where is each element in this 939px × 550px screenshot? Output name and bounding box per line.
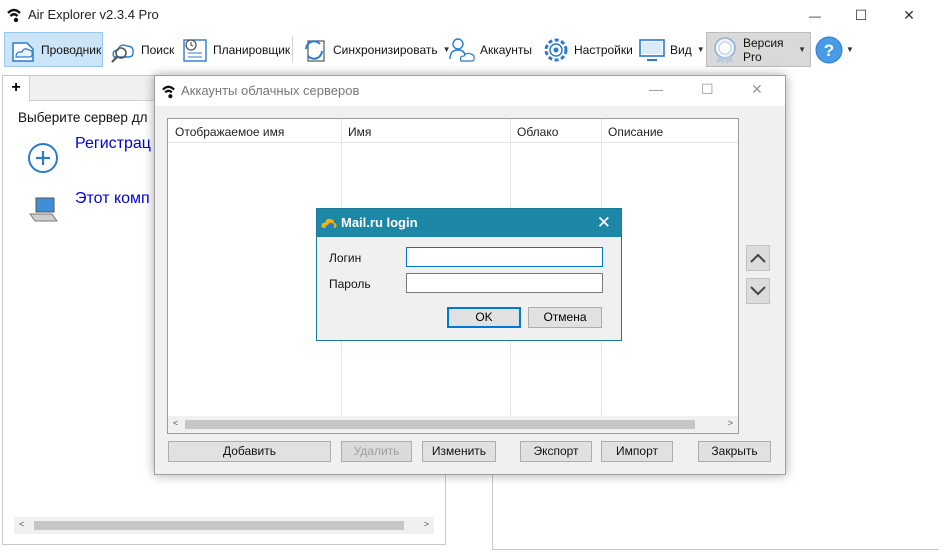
- close-button[interactable]: ✕: [886, 0, 932, 31]
- minimize-icon: —: [809, 8, 821, 23]
- title-bar: Air Explorer v2.3.4 Pro — ☐ ✕: [0, 0, 939, 31]
- this-computer-link[interactable]: Этот комп: [75, 190, 150, 208]
- add-account-button[interactable]: Добавить: [168, 441, 331, 462]
- column-header-cloud[interactable]: Облако: [517, 125, 558, 139]
- pro-version-label: Версия Pro: [743, 35, 784, 64]
- view-button[interactable]: Вид ▼: [634, 32, 705, 67]
- sync-icon: [305, 39, 325, 62]
- accounts-table-header: Отображаемое имя Имя Облако Описание: [168, 119, 738, 143]
- select-server-label: Выберите сервер дл: [18, 110, 148, 125]
- toolbar-separator: [292, 36, 293, 63]
- accounts-dialog-titlebar: Аккаунты облачных серверов — ☐ ✕: [155, 76, 785, 106]
- scheduler-label: Планировщик: [213, 42, 291, 57]
- column-header-description[interactable]: Описание: [608, 125, 663, 139]
- column-header-name[interactable]: Имя: [348, 125, 371, 139]
- maximize-button[interactable]: ☐: [838, 0, 884, 31]
- accounts-dialog-title: Аккаунты облачных серверов: [181, 83, 360, 98]
- explorer-label: Проводник: [41, 42, 102, 57]
- pro-version-button[interactable]: Версия Pro ▼: [706, 32, 811, 67]
- view-label: Вид: [670, 42, 692, 57]
- app-title: Air Explorer v2.3.4 Pro: [28, 7, 159, 22]
- air-explorer-logo-icon: [162, 85, 175, 99]
- new-tab-button[interactable]: +: [3, 76, 30, 102]
- close-icon: ✕: [903, 7, 915, 23]
- password-input[interactable]: [406, 273, 603, 293]
- chevron-down-icon: [750, 286, 766, 296]
- left-pane-hscrollbar[interactable]: < >: [14, 517, 434, 534]
- accounts-maximize-button[interactable]: ☐: [701, 81, 714, 98]
- accounts-label: Аккаунты: [480, 42, 533, 57]
- move-up-button[interactable]: [746, 245, 770, 271]
- scroll-left-icon[interactable]: <: [19, 519, 24, 529]
- mailru-login-title: Mail.ru login: [341, 215, 418, 230]
- search-label: Поиск: [141, 42, 175, 57]
- minimize-button[interactable]: —: [792, 0, 838, 31]
- search-cloud-icon: [111, 43, 134, 63]
- maximize-icon: ☐: [854, 7, 868, 23]
- cloud-icon: [321, 218, 337, 228]
- edit-account-button[interactable]: Изменить: [422, 441, 496, 462]
- accounts-table-hscrollbar[interactable]: < >: [168, 416, 738, 433]
- accounts-minimize-button[interactable]: —: [649, 81, 663, 97]
- close-dialog-button[interactable]: Закрыть: [698, 441, 771, 462]
- view-dropdown-icon[interactable]: ▼: [697, 45, 705, 54]
- password-label: Пароль: [329, 277, 371, 291]
- column-header-display-name[interactable]: Отображаемое имя: [175, 125, 284, 139]
- settings-button[interactable]: Настройки: [538, 32, 633, 67]
- pro-badge-icon: [714, 36, 736, 64]
- scheduler-calendar-icon: [183, 38, 207, 62]
- computer-icon: [29, 197, 58, 222]
- sync-button[interactable]: Синхронизировать ▼: [297, 32, 451, 67]
- explorer-button[interactable]: Проводник: [4, 32, 103, 67]
- air-explorer-logo-icon: [7, 8, 21, 23]
- chevron-up-icon: [750, 253, 766, 263]
- view-monitor-icon: [639, 38, 665, 61]
- cancel-button[interactable]: Отмена: [528, 307, 602, 328]
- export-button[interactable]: Экспорт: [520, 441, 592, 462]
- scrollbar-thumb[interactable]: [185, 420, 695, 429]
- settings-label: Настройки: [574, 42, 633, 57]
- accounts-user-cloud-icon: [449, 37, 475, 62]
- scroll-right-icon[interactable]: >: [424, 519, 429, 529]
- accounts-button[interactable]: Аккаунты: [444, 32, 536, 67]
- toolbar: Проводник Поиск Планировщик Синхронизиро…: [0, 31, 939, 68]
- search-button[interactable]: Поиск: [105, 32, 175, 67]
- mailru-close-icon[interactable]: ✕: [597, 213, 611, 233]
- pro-dropdown-icon[interactable]: ▼: [798, 45, 806, 54]
- settings-gear-icon: [544, 38, 568, 61]
- explorer-cloud-icon: [12, 41, 34, 62]
- help-dropdown-icon[interactable]: ▼: [846, 45, 854, 54]
- scroll-left-icon[interactable]: <: [173, 418, 178, 428]
- login-input[interactable]: [406, 247, 603, 267]
- ok-button[interactable]: OK: [447, 307, 521, 328]
- mailru-login-titlebar: Mail.ru login ✕: [317, 209, 621, 237]
- delete-account-button[interactable]: Удалить: [341, 441, 412, 462]
- help-button[interactable]: ? ▼: [812, 32, 856, 67]
- svg-text:?: ?: [824, 41, 834, 60]
- scheduler-button[interactable]: Планировщик: [177, 32, 290, 67]
- help-question-icon: ?: [815, 36, 843, 63]
- scrollbar-thumb[interactable]: [34, 521, 404, 530]
- mailru-login-dialog: Mail.ru login ✕ Логин Пароль OK Отмена: [316, 208, 622, 341]
- move-down-button[interactable]: [746, 278, 770, 304]
- register-link[interactable]: Регистрац: [75, 135, 151, 153]
- sync-label: Синхронизировать: [333, 42, 438, 57]
- login-label: Логин: [329, 251, 362, 265]
- add-circle-icon[interactable]: [27, 142, 59, 174]
- import-button[interactable]: Импорт: [601, 441, 673, 462]
- accounts-close-button[interactable]: ✕: [751, 81, 763, 98]
- scroll-right-icon[interactable]: >: [728, 418, 733, 428]
